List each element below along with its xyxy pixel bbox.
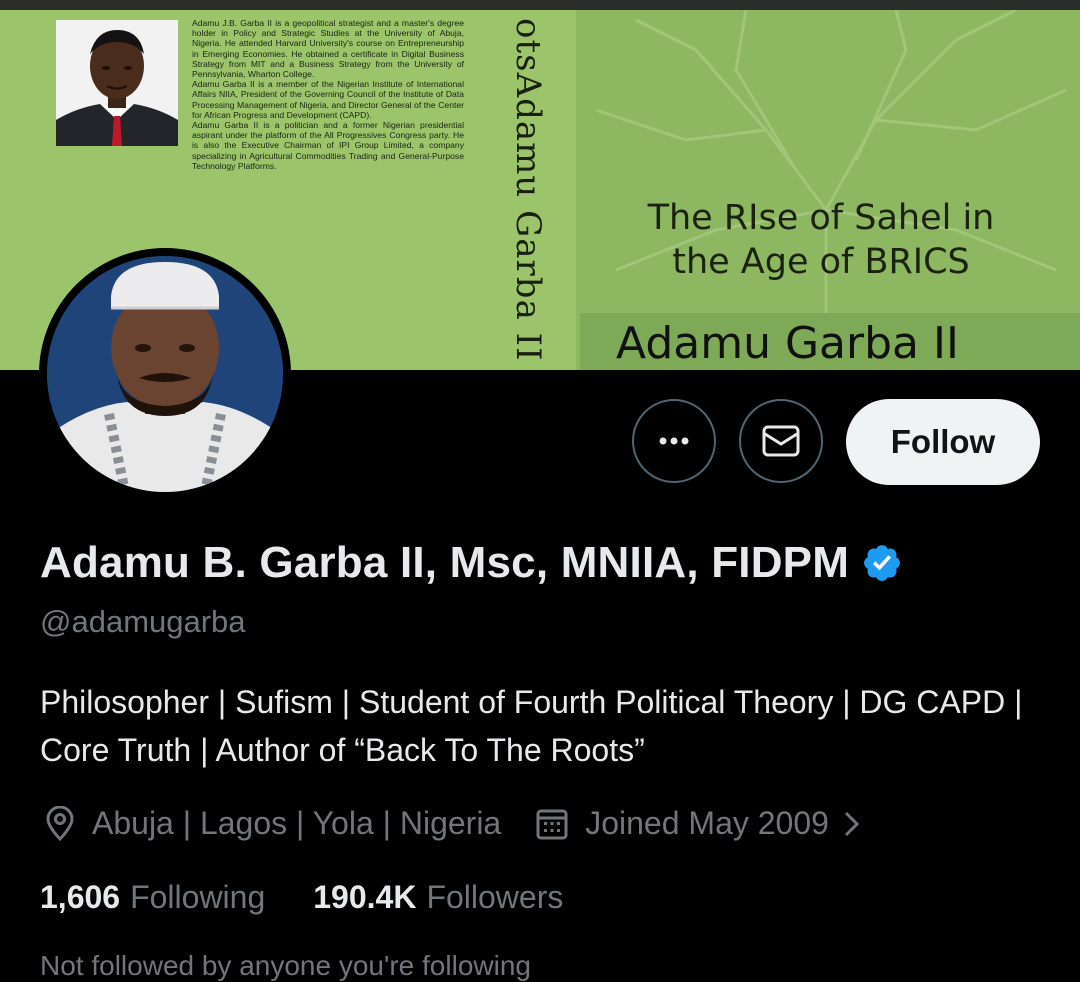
joined-item[interactable]: Joined May 2009 xyxy=(535,805,863,842)
verified-badge-icon[interactable] xyxy=(861,542,903,584)
more-options-button[interactable] xyxy=(632,399,716,483)
back-cover-bio: Adamu J.B. Garba II is a geopolitical st… xyxy=(192,18,464,171)
followers-label: Followers xyxy=(426,879,564,915)
message-button[interactable] xyxy=(739,399,823,483)
chevron-right-icon xyxy=(844,811,860,836)
display-name: Adamu B. Garba II, Msc, MNIIA, FIDPM xyxy=(40,538,850,587)
following-label: Following xyxy=(130,879,266,915)
envelope-icon xyxy=(762,425,800,457)
profile-bio: Philosopher | Sufism | Student of Fourth… xyxy=(40,684,1023,768)
book-author: Adamu Garba II xyxy=(616,318,959,369)
profile-name-row: Adamu B. Garba II, Msc, MNIIA, FIDPM xyxy=(40,538,903,588)
book-title-line: The RIse of Sahel in xyxy=(647,198,995,238)
more-horizontal-icon xyxy=(659,437,689,445)
followers-link[interactable]: 190.4K Followers xyxy=(313,879,563,916)
book-title: The RIse of Sahel in the Age of BRICS xyxy=(606,196,1036,284)
book-title-line: the Age of BRICS xyxy=(672,242,970,282)
follow-button[interactable]: Follow xyxy=(846,399,1040,485)
follow-stats: 1,606 Following 190.4K Followers xyxy=(40,879,611,916)
calendar-icon xyxy=(536,809,568,839)
profile-meta: Abuja | Lagos | Yola | Nigeria Joined Ma… xyxy=(44,805,863,842)
book-spine-text: otsAdamu Garba II xyxy=(508,18,548,362)
back-cover-bio-paragraph: Adamu Garba II is a politician and a for… xyxy=(192,120,464,171)
following-count: 1,606 xyxy=(40,879,121,915)
back-cover-bio-paragraph: Adamu J.B. Garba II is a geopolitical st… xyxy=(192,18,464,80)
joined-text: Joined May 2009 xyxy=(585,805,829,841)
following-link[interactable]: 1,606 Following xyxy=(40,879,265,916)
location-text: Abuja | Lagos | Yola | Nigeria xyxy=(92,805,502,841)
location-item: Abuja | Lagos | Yola | Nigeria xyxy=(44,805,501,842)
followers-count: 190.4K xyxy=(313,879,417,915)
location-pin-icon xyxy=(46,805,74,841)
banner-top-edge xyxy=(0,0,1080,10)
back-cover-author-photo xyxy=(56,20,178,146)
followed-by-text: Not followed by anyone you're following xyxy=(40,950,531,981)
back-cover-bio-paragraph: Adamu Garba II is a member of the Nigeri… xyxy=(192,79,464,120)
avatar[interactable] xyxy=(47,256,283,492)
handle: @adamugarba xyxy=(40,604,246,639)
